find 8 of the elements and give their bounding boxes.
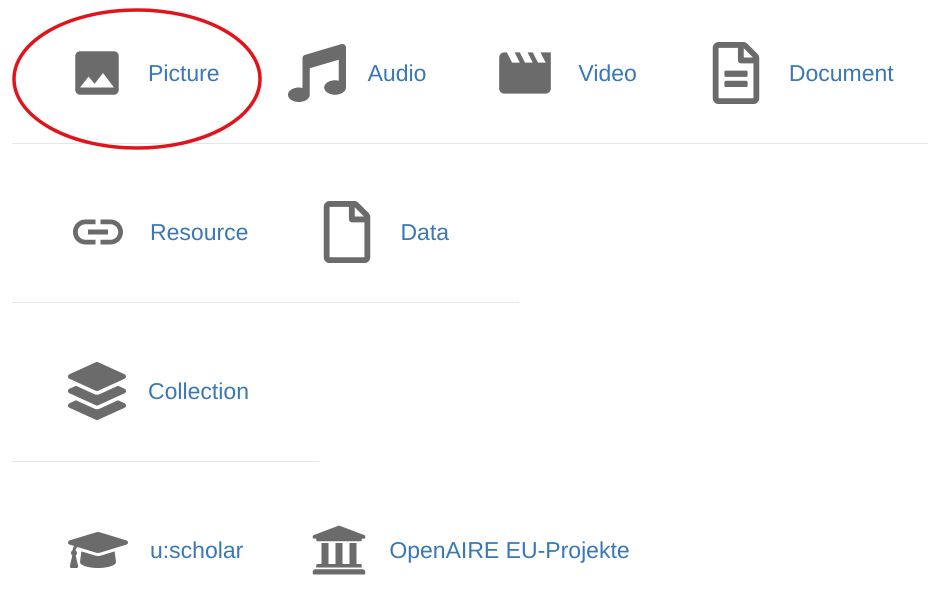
category-link[interactable]: OpenAIRE EU-Projekte <box>277 522 664 578</box>
category-link[interactable]: Audio <box>254 45 460 101</box>
category-link[interactable]: Resource <box>34 204 282 260</box>
category-link[interactable]: u:scholar <box>34 522 278 578</box>
category-link[interactable]: Video <box>460 45 671 101</box>
category-link[interactable]: Document <box>670 45 928 101</box>
category-link[interactable]: Data <box>282 204 484 260</box>
category-link[interactable]: Collection <box>34 363 283 419</box>
